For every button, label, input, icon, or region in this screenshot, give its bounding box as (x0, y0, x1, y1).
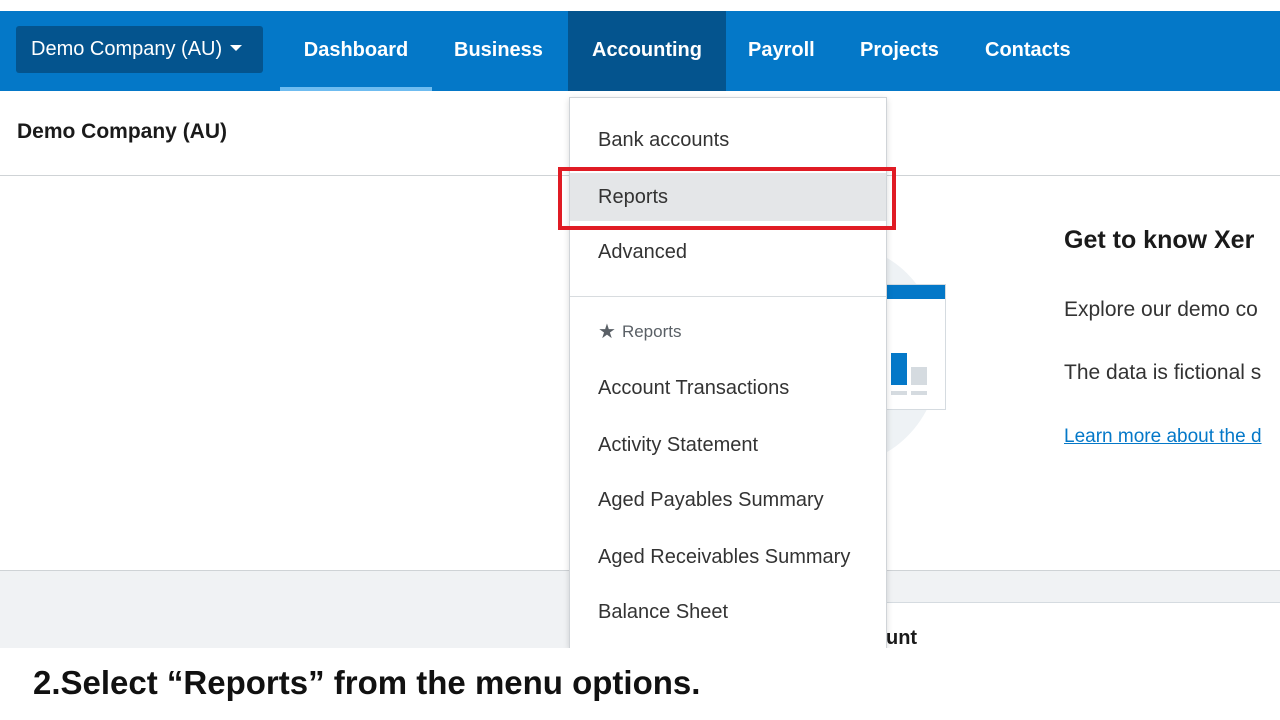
nav-payroll-label: Payroll (748, 39, 815, 61)
instruction-caption: 2.Select “Reports” from the menu options… (33, 664, 701, 701)
highlight-box (558, 167, 896, 230)
menu-item-account-transactions[interactable]: Account Transactions (570, 364, 886, 412)
nav-dashboard-label: Dashboard (303, 39, 409, 61)
menu-divider (570, 296, 886, 297)
illustration-bar (891, 353, 907, 385)
top-strip (0, 0, 1280, 11)
nav-accounting-label: Accounting (592, 39, 702, 61)
nav-contacts-label: Contacts (985, 39, 1071, 61)
menu-item-advanced[interactable]: Advanced (570, 228, 886, 276)
menu-item-balance-sheet[interactable]: Balance Sheet (570, 588, 886, 636)
nav-contacts[interactable]: Contacts (985, 11, 1071, 91)
account-card (860, 602, 1280, 649)
nav-payroll[interactable]: Payroll (748, 11, 815, 91)
promo-text: Explore our demo co (1064, 298, 1258, 321)
page-title: Demo Company (AU) (17, 120, 228, 143)
nav-business-label: Business (454, 39, 543, 61)
promo-title: Get to know Xer (1064, 226, 1255, 254)
nav-business[interactable]: Business (454, 11, 543, 91)
account-card-title: unt (886, 628, 918, 648)
nav-projects-label: Projects (860, 39, 939, 61)
promo-text: The data is fictional s (1064, 361, 1262, 384)
menu-item-aged-payables-summary[interactable]: Aged Payables Summary (570, 476, 886, 524)
caret-down-icon (230, 44, 243, 51)
star-icon: ★ (598, 321, 616, 343)
organisation-name: Demo Company (AU) (31, 38, 223, 60)
illustration-bar (911, 367, 927, 385)
menu-group-header: ★ Reports (598, 320, 681, 344)
nav-accounting[interactable]: Accounting (568, 11, 726, 91)
illustration-line (891, 391, 907, 395)
top-navigation-bar: Demo Company (AU) Dashboard Business Acc… (0, 11, 1280, 91)
promo-learn-more-link[interactable]: Learn more about the d (1064, 426, 1262, 448)
nav-projects[interactable]: Projects (860, 11, 939, 91)
illustration-line (911, 391, 927, 395)
menu-item-activity-statement[interactable]: Activity Statement (570, 421, 886, 469)
menu-group-label: Reports (621, 322, 682, 341)
nav-dashboard[interactable]: Dashboard (280, 11, 432, 91)
menu-item-bank-accounts[interactable]: Bank accounts (570, 116, 886, 164)
menu-item-aged-receivables-summary[interactable]: Aged Receivables Summary (570, 533, 886, 581)
organisation-switcher-button[interactable]: Demo Company (AU) (16, 26, 263, 73)
